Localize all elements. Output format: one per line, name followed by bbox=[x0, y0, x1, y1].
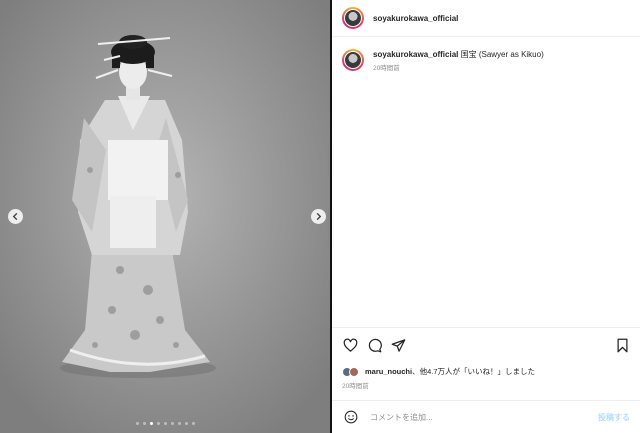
send-icon bbox=[391, 338, 405, 352]
avatar-image bbox=[345, 52, 361, 68]
caption-text: soyakurokawa_official 国宝 (Sawyer as Kiku… bbox=[373, 49, 544, 74]
caption-row: soyakurokawa_official 国宝 (Sawyer as Kiku… bbox=[342, 49, 630, 74]
carousel-dot bbox=[135, 422, 139, 425]
chevron-left-icon bbox=[12, 212, 18, 221]
liker-avatars bbox=[342, 366, 362, 377]
post-photo bbox=[0, 0, 330, 433]
share-button[interactable] bbox=[390, 337, 406, 353]
likes-text[interactable]: 、他4.7万人が「いいね！」しました bbox=[412, 366, 535, 377]
avatar bbox=[349, 366, 359, 377]
avatar-image bbox=[345, 10, 361, 26]
caption-body: 国宝 (Sawyer as Kikuo) bbox=[460, 50, 544, 59]
post-timestamp: 20時間前 bbox=[342, 383, 369, 390]
carousel-dot bbox=[170, 422, 174, 425]
comment-icon bbox=[368, 338, 382, 352]
carousel-dot bbox=[163, 422, 167, 425]
post-sidebar: soyakurokawa_official soyakurokawa_offic… bbox=[332, 0, 640, 433]
chevron-right-icon bbox=[316, 212, 322, 221]
carousel-dot bbox=[184, 422, 188, 425]
comment-input[interactable] bbox=[368, 411, 598, 423]
caption-username[interactable]: soyakurokawa_official bbox=[373, 50, 458, 59]
caption-avatar[interactable] bbox=[342, 49, 364, 71]
likes-username[interactable]: maru_nouchi bbox=[365, 367, 412, 376]
avatar[interactable] bbox=[342, 7, 364, 29]
carousel-indicator bbox=[0, 422, 330, 425]
comment-bar: 投稿する bbox=[332, 400, 640, 433]
post-media[interactable] bbox=[0, 0, 330, 433]
save-button[interactable] bbox=[614, 337, 630, 353]
carousel-dot bbox=[142, 422, 146, 425]
post-actions: maru_nouchi 、他4.7万人が「いいね！」しました 20時間前 bbox=[332, 327, 640, 400]
comment-button[interactable] bbox=[366, 337, 382, 353]
carousel-next-button[interactable] bbox=[311, 209, 326, 224]
caption-time: 20時間前 bbox=[373, 65, 400, 72]
carousel-dot bbox=[149, 422, 153, 425]
carousel-dot bbox=[156, 422, 160, 425]
carousel-dot bbox=[177, 422, 181, 425]
heart-icon bbox=[343, 338, 357, 352]
emoji-icon[interactable] bbox=[344, 410, 358, 424]
post-viewer: soyakurokawa_official soyakurokawa_offic… bbox=[0, 0, 640, 433]
post-comment-button[interactable]: 投稿する bbox=[598, 412, 630, 423]
carousel-dot bbox=[191, 422, 195, 425]
action-icons bbox=[342, 336, 630, 354]
header-username[interactable]: soyakurokawa_official bbox=[373, 14, 458, 23]
post-header: soyakurokawa_official bbox=[332, 0, 640, 37]
likes-summary: maru_nouchi 、他4.7万人が「いいね！」しました bbox=[342, 366, 630, 377]
like-button[interactable] bbox=[342, 337, 358, 353]
caption-area: soyakurokawa_official 国宝 (Sawyer as Kiku… bbox=[332, 37, 640, 327]
carousel-prev-button[interactable] bbox=[8, 209, 23, 224]
bookmark-icon bbox=[617, 338, 627, 352]
